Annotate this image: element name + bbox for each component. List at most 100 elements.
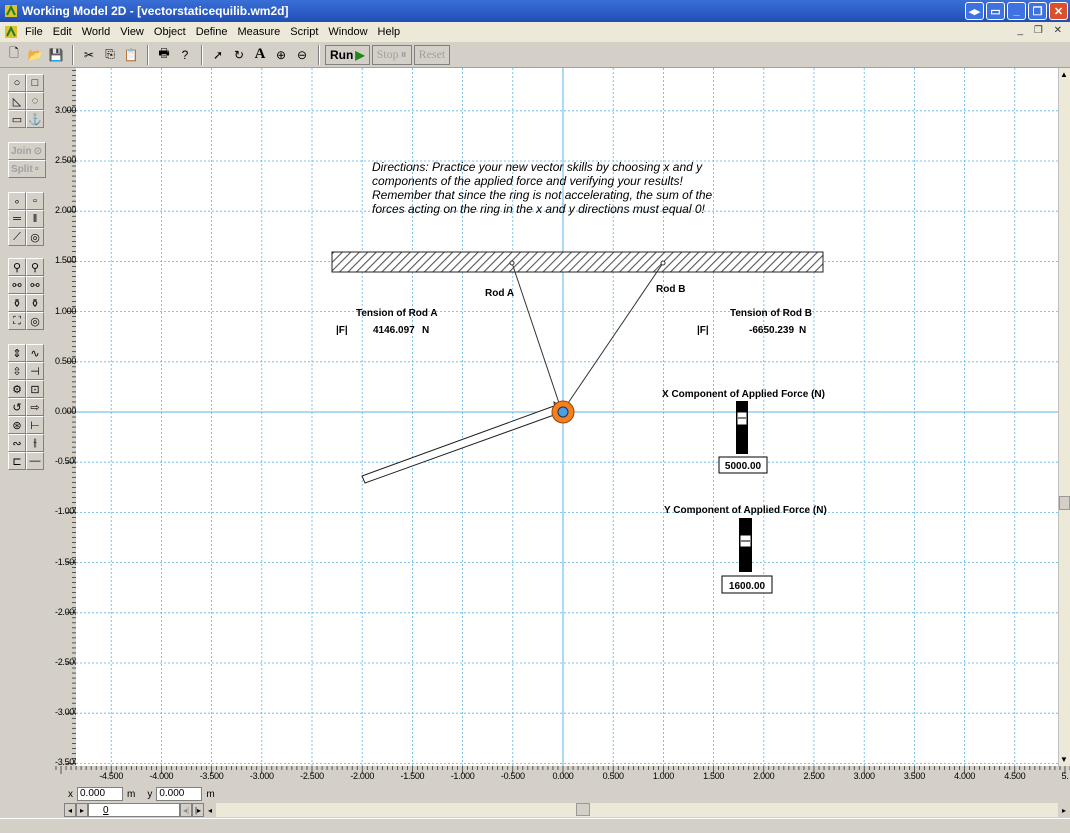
horizontal-scrollbar[interactable] [216, 803, 1058, 817]
slot-joint-icon[interactable]: ⚯ [8, 276, 26, 294]
x-tick-label: 0.000 [552, 771, 574, 781]
x-tick-label: 4.000 [954, 771, 976, 781]
open-folder-icon[interactable]: 📂 [25, 45, 45, 65]
rod-a-pin[interactable] [509, 260, 515, 266]
copy-icon[interactable]: ⎘ [100, 45, 120, 65]
rod-tool-icon[interactable]: — [26, 452, 44, 470]
vertical-scrollbar[interactable]: ▲ ▼ [1058, 68, 1070, 766]
gear-icon[interactable]: ⚙ [8, 380, 26, 398]
pulley-icon[interactable]: ⊡ [26, 380, 44, 398]
keyed-slot-joint-icon[interactable]: ⚯ [26, 276, 44, 294]
menu-script[interactable]: Script [285, 26, 323, 38]
tile-icon[interactable]: ▭ [986, 2, 1005, 20]
menu-window[interactable]: Window [323, 26, 372, 38]
step-forward-icon[interactable]: |▸ [192, 803, 204, 817]
step-back-icon[interactable]: ◂| [180, 803, 192, 817]
actuator-tool-icon[interactable]: ⊢ [26, 416, 44, 434]
print-icon[interactable]: 🖶 [154, 45, 174, 65]
circle-tool-icon[interactable]: ○ [8, 74, 26, 92]
pointer-tool-icon[interactable]: ➚ [208, 45, 228, 65]
join-button[interactable]: Join ⊙ [8, 142, 46, 160]
horizontal-slot-icon[interactable]: ═ [8, 210, 26, 228]
force-tool-icon[interactable]: ⇨ [26, 398, 44, 416]
square-tool-icon[interactable]: □ [26, 74, 44, 92]
separator-tool-icon[interactable]: ⫲ [26, 434, 44, 452]
text-tool-icon[interactable]: A [250, 45, 270, 65]
frame-counter[interactable]: 0 [88, 803, 180, 817]
ceiling-block[interactable] [331, 251, 824, 273]
menu-measure[interactable]: Measure [232, 26, 285, 38]
curved-body-tool-icon[interactable]: ◌ [26, 92, 44, 110]
menu-view[interactable]: View [115, 26, 149, 38]
rod-b-pin[interactable] [660, 260, 666, 266]
scroll-right-icon[interactable]: ▸ [1058, 803, 1070, 817]
save-icon[interactable]: 💾 [46, 45, 66, 65]
curved-keyed-joint-icon[interactable]: ⛶ [8, 312, 26, 330]
rewind-icon[interactable]: ◂ [64, 803, 76, 817]
slider-y-component[interactable]: Y Component of Applied Force (N) 1600.00 [664, 505, 827, 594]
close-button[interactable]: ✕ [1049, 2, 1068, 20]
paste-icon[interactable]: 📋 [121, 45, 141, 65]
split-button[interactable]: Split ∘ [8, 160, 46, 178]
spring-tool-icon[interactable]: ∿ [26, 344, 44, 362]
pin-slot-icon[interactable]: ⊏ [8, 452, 26, 470]
directions-text[interactable]: Directions: Practice your new vector ski… [372, 160, 712, 216]
cut-icon[interactable]: ✂ [79, 45, 99, 65]
help-icon[interactable]: ? [175, 45, 195, 65]
zoom-out-icon[interactable]: ⊖ [292, 45, 312, 65]
scroll-down-icon[interactable]: ▼ [1060, 755, 1068, 764]
x-coord-field[interactable]: 0.000 [77, 787, 123, 801]
document-icon[interactable] [4, 25, 18, 39]
curved-slot-icon[interactable]: ⟋ [8, 228, 26, 246]
scroll-up-icon[interactable]: ▲ [1060, 70, 1068, 79]
applied-force-arrow[interactable] [361, 405, 555, 484]
curved-slot-joint-icon[interactable]: ⚱ [8, 294, 26, 312]
slider-x-component[interactable]: X Component of Applied Force (N) 5000.00 [662, 389, 825, 474]
rod-b[interactable] [561, 262, 664, 413]
menu-define[interactable]: Define [191, 26, 233, 38]
rod-a[interactable] [511, 262, 563, 413]
vertical-slot-icon[interactable]: ‖ [26, 210, 44, 228]
rope-tool-icon[interactable]: ⇕ [8, 344, 26, 362]
closed-curve-joint-icon[interactable]: ◎ [26, 312, 44, 330]
anchor-tool-icon[interactable]: ⚓ [26, 110, 44, 128]
keyed-curved-joint-icon[interactable]: ⚱ [26, 294, 44, 312]
point-tool-icon[interactable]: ∘ [8, 192, 26, 210]
menu-edit[interactable]: Edit [48, 26, 77, 38]
pin-joint-icon[interactable]: ⚲ [8, 258, 26, 276]
new-file-icon[interactable]: 🗋 [4, 45, 24, 65]
damper-tool-icon[interactable]: ⇳ [8, 362, 26, 380]
restore-down-icon[interactable]: ◂▸ [965, 2, 984, 20]
rigid-joint-icon[interactable]: ⚲ [26, 258, 44, 276]
stop-button[interactable]: Stop ⏸ [371, 44, 412, 65]
square-point-tool-icon[interactable]: ▫ [26, 192, 44, 210]
y-tick-label: 0.000 [55, 406, 77, 416]
scroll-left-icon[interactable]: ◂ [204, 803, 216, 817]
closed-slot-icon[interactable]: ◎ [26, 228, 44, 246]
maximize-button[interactable]: ❐ [1028, 2, 1047, 20]
tension-meter-b[interactable]: Tension of Rod B |F| -6650.239 N [697, 308, 812, 336]
rotational-damper-icon[interactable]: ⊣ [26, 362, 44, 380]
rectangle-tool-icon[interactable]: ▭ [8, 110, 26, 128]
play-forward-icon[interactable]: ▸ [76, 803, 88, 817]
rotate-tool-icon[interactable]: ↻ [229, 45, 249, 65]
polygon-tool-icon[interactable]: ◺ [8, 92, 26, 110]
scroll-thumb[interactable] [1059, 496, 1070, 510]
tension-meter-a[interactable]: Tension of Rod A |F| 4146.097 N [336, 308, 438, 336]
torque-tool-icon[interactable]: ↺ [8, 398, 26, 416]
mdi-window-controls[interactable]: _ ❐ ✕ [1018, 25, 1066, 36]
rotational-spring-icon[interactable]: ∾ [8, 434, 26, 452]
minimize-button[interactable]: _ [1007, 2, 1026, 20]
y-coord-field[interactable]: 0.000 [156, 787, 203, 801]
run-button[interactable]: Run ▶ [325, 44, 370, 65]
reset-button[interactable]: Reset [413, 44, 451, 65]
zoom-in-icon[interactable]: ⊕ [271, 45, 291, 65]
motor-tool-icon[interactable]: ⊛ [8, 416, 26, 434]
simulation-canvas[interactable]: Directions: Practice your new vector ski… [76, 68, 1058, 766]
menu-world[interactable]: World [77, 26, 116, 38]
horizontal-scroll-thumb[interactable] [576, 803, 590, 816]
menu-file[interactable]: File [20, 26, 48, 38]
slider-x-track[interactable] [736, 401, 748, 454]
menu-help[interactable]: Help [373, 26, 406, 38]
menu-object[interactable]: Object [149, 26, 191, 38]
